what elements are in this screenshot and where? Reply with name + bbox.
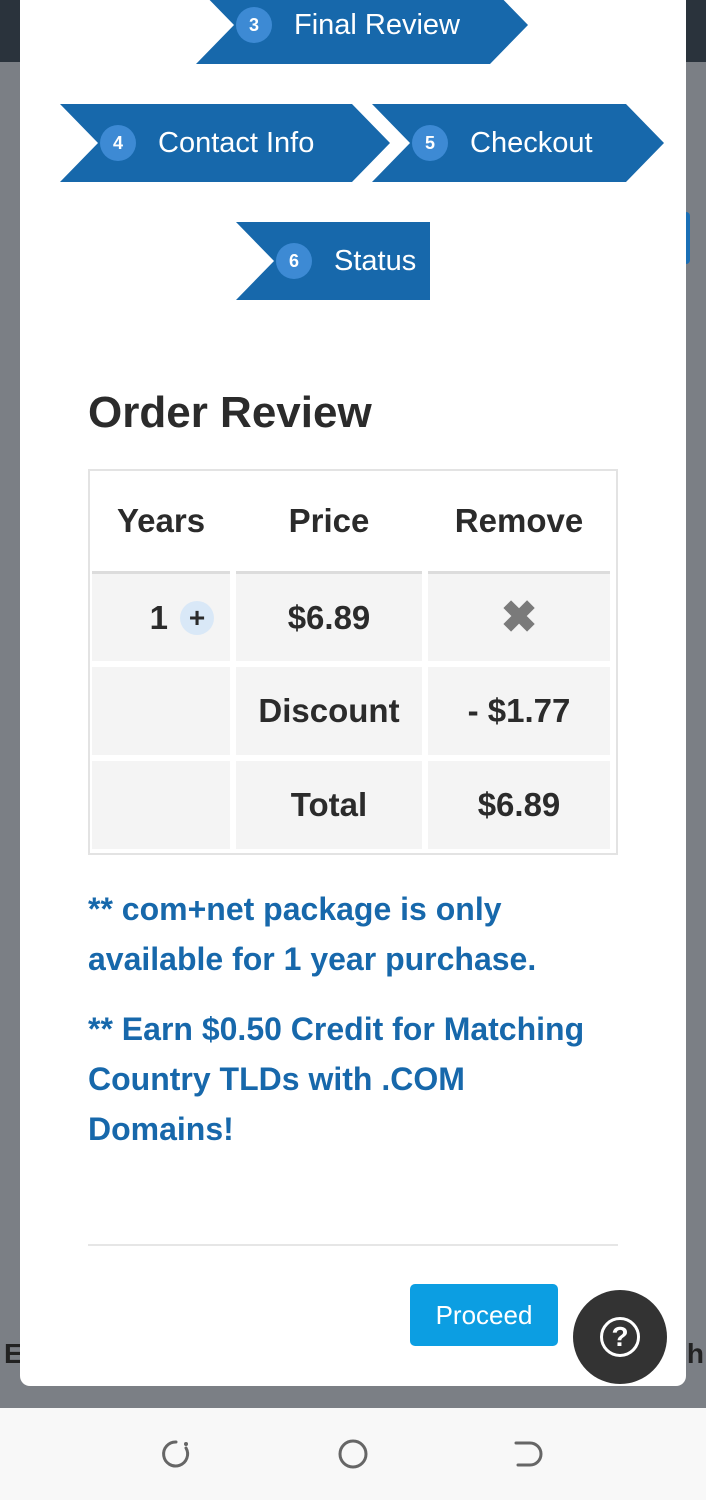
credit-note: ** Earn $0.50 Credit for Matching Countr…	[88, 1011, 585, 1147]
background-text-right: h	[686, 1338, 704, 1369]
step-label: Final Review	[294, 8, 460, 41]
order-modal: 3 Final Review 4 Contact Info 5 Checkout…	[20, 0, 686, 1386]
divider	[88, 1244, 618, 1246]
close-x-icon[interactable]: ✖	[501, 592, 538, 643]
help-button[interactable]: ?	[573, 1290, 667, 1384]
header-remove: Remove	[454, 502, 584, 539]
system-nav-bar	[0, 1408, 706, 1500]
step-contact-info[interactable]: 4 Contact Info	[60, 104, 390, 182]
discount-label: Discount	[236, 667, 422, 755]
years-value: 1	[149, 598, 168, 636]
proceed-button[interactable]: Proceed	[410, 1284, 558, 1346]
empty-cell	[92, 761, 230, 849]
step-number: 6	[276, 243, 312, 279]
question-circle-icon: ?	[600, 1317, 640, 1357]
remove-cell: ✖	[428, 571, 610, 661]
empty-cell	[92, 667, 230, 755]
step-status[interactable]: 6 Status	[236, 222, 430, 300]
step-number: 5	[412, 125, 448, 161]
total-value: $6.89	[428, 761, 610, 849]
step-label: Checkout	[470, 126, 593, 159]
increase-years-button[interactable]: +	[180, 600, 214, 635]
step-number: 3	[236, 7, 272, 43]
step-number: 4	[100, 125, 136, 161]
header-years: Years	[116, 502, 206, 539]
step-label: Contact Info	[158, 126, 315, 159]
page-title: Order Review	[88, 388, 372, 437]
step-final-review[interactable]: 3 Final Review	[196, 0, 528, 64]
package-note: ** com+net package is only available for…	[88, 891, 537, 977]
step-label: Status	[334, 244, 417, 277]
price-cell: $6.89	[236, 571, 422, 661]
discount-value: - $1.77	[428, 667, 610, 755]
order-table: Years Price Remove 1 + $6.89 ✖ Discount …	[88, 469, 618, 855]
total-label: Total	[236, 761, 422, 849]
home-icon[interactable]	[337, 1438, 369, 1470]
step-checkout[interactable]: 5 Checkout	[372, 104, 664, 182]
back-icon[interactable]	[512, 1438, 544, 1470]
years-cell: 1 +	[92, 571, 230, 661]
header-price: Price	[288, 502, 370, 539]
recent-apps-icon[interactable]	[160, 1438, 192, 1470]
